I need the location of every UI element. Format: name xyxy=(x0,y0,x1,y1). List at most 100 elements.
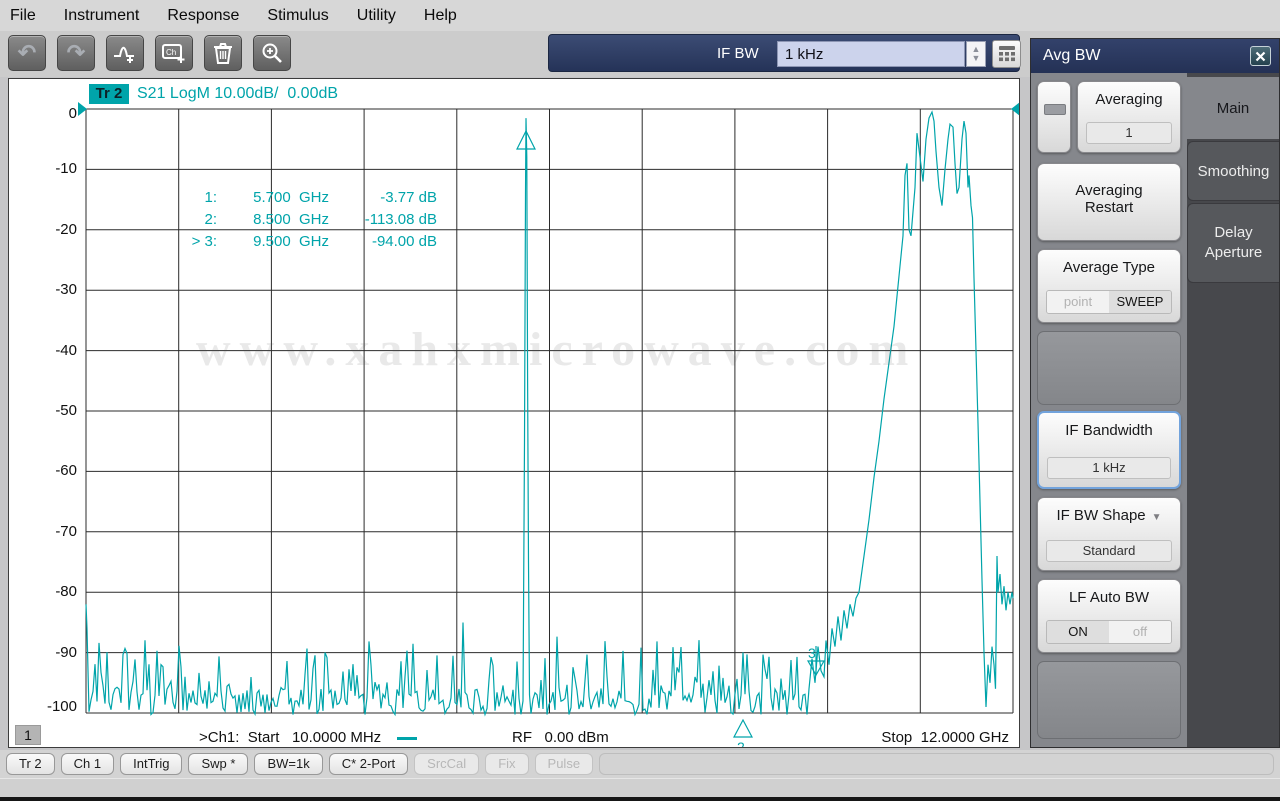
y-axis-label: -30 xyxy=(55,281,77,299)
menu-stimulus[interactable]: Stimulus xyxy=(267,7,328,25)
tab-main[interactable]: Main xyxy=(1187,77,1279,139)
y-axis-label: -60 xyxy=(55,462,77,480)
menu-utility[interactable]: Utility xyxy=(357,7,396,25)
blank-softkey xyxy=(1037,661,1181,739)
redo-button[interactable]: ↷ xyxy=(57,35,95,71)
add-trace-icon xyxy=(114,46,134,63)
average-type-button[interactable]: Average Type point SWEEP xyxy=(1037,249,1181,323)
if-bw-shape-button[interactable]: IF BW Shape ▼ Standard xyxy=(1037,497,1181,571)
svg-text:3: 3 xyxy=(808,645,816,661)
average-type-sweep-option[interactable]: SWEEP xyxy=(1109,291,1171,313)
averaging-value: 1 xyxy=(1086,122,1172,144)
status-bar: Tr 2 Ch 1 IntTrig Swp * BW=1k C* 2-Port SrcCal… xyxy=(0,750,1280,778)
redo-icon: ↷ xyxy=(66,40,86,65)
lf-auto-bw-button[interactable]: LF Auto BW ON off xyxy=(1037,579,1181,653)
marker-readout-row: > 3: 9.500 GHz -94.00 dB xyxy=(191,233,437,250)
vna-application-window: File Instrument Response Stimulus Utility Hel… xyxy=(0,0,1280,801)
average-type-point-option[interactable]: point xyxy=(1047,291,1109,313)
lf-auto-bw-on-option[interactable]: ON xyxy=(1047,621,1109,643)
y-axis-label: -100 xyxy=(46,698,77,715)
menu-response[interactable]: Response xyxy=(167,7,239,25)
bottom-edge xyxy=(0,797,1280,801)
status-button-pulse[interactable]: Pulse xyxy=(534,753,594,775)
s21-plot: 23 xyxy=(78,102,1019,748)
ifbw-entry-bar: IF BW ▲ ▼ xyxy=(548,34,1021,72)
toolbar-buttons: ↶ ↷ Ch xyxy=(8,35,291,71)
y-axis-label: -10 xyxy=(55,160,77,178)
y-axis-label: -20 xyxy=(55,220,77,238)
status-button-tr-2[interactable]: Tr 2 xyxy=(6,753,55,775)
svg-text:2: 2 xyxy=(737,739,745,748)
marker-2: 2 xyxy=(733,718,753,748)
y-axis-label: -40 xyxy=(55,341,77,359)
channel-badge[interactable]: 1 xyxy=(15,725,41,745)
trace-badge[interactable]: Tr 2 xyxy=(89,84,129,104)
menu-bar: File Instrument Response Stimulus Utility Hel… xyxy=(0,0,1280,31)
zoom-button[interactable] xyxy=(253,35,291,71)
if-bandwidth-value: 1 kHz xyxy=(1047,457,1171,479)
status-button-inttrig[interactable]: IntTrig xyxy=(120,753,183,775)
if-bw-shape-value: Standard xyxy=(1046,540,1172,562)
averaging-toggle-button[interactable] xyxy=(1037,81,1071,153)
status-button-ch-1[interactable]: Ch 1 xyxy=(60,753,115,775)
y-axis-label: 0 xyxy=(68,105,77,122)
ifbw-spinner[interactable]: ▲ ▼ xyxy=(966,41,986,67)
close-icon xyxy=(1255,51,1266,61)
add-trace-button[interactable] xyxy=(106,35,144,71)
tab-delay-aperture[interactable]: Delay Aperture xyxy=(1187,203,1279,283)
y-axis-label: -70 xyxy=(55,522,77,540)
panel-header[interactable]: Avg BW xyxy=(1031,39,1279,73)
menu-instrument[interactable]: Instrument xyxy=(64,7,140,25)
status-button-srccal[interactable]: SrcCal xyxy=(414,753,480,775)
menu-file[interactable]: File xyxy=(10,7,36,25)
averaging-restart-button[interactable]: Averaging Restart xyxy=(1037,163,1181,241)
keypad-icon xyxy=(998,46,1015,62)
status-empty-section xyxy=(599,753,1274,775)
avg-bw-panel: Avg BW Main Smoothing Delay Aperture Ave… xyxy=(1030,38,1280,748)
add-channel-button[interactable]: Ch xyxy=(155,35,193,71)
undo-button[interactable]: ↶ xyxy=(8,35,46,71)
panel-tab-column: Main Smoothing Delay Aperture xyxy=(1187,73,1279,747)
delete-button[interactable] xyxy=(204,35,242,71)
status-button-c-2-port[interactable]: C* 2-Port xyxy=(328,753,409,775)
start-frequency-text: >Ch1: Start 10.0000 MHz xyxy=(199,729,382,746)
plot-window: 23 Tr 2 S21 LogM 10.00dB/ 0.00dB 0 -10 -20… xyxy=(8,78,1020,748)
average-type-segmented[interactable]: point SWEEP xyxy=(1046,290,1172,314)
status-button-swp-[interactable]: Swp * xyxy=(188,753,249,775)
delete-icon xyxy=(214,43,232,64)
trace-color-dash xyxy=(397,737,417,740)
marker-readout-row: 2: 8.500 GHz -113.08 dB xyxy=(204,211,437,228)
ref-level-right-icon xyxy=(1011,102,1019,116)
status-button-fix[interactable]: Fix xyxy=(485,753,529,775)
keypad-button[interactable] xyxy=(992,40,1021,68)
trace-header-text: S21 LogM 10.00dB/ 0.00dB xyxy=(137,85,339,102)
marker-readout: 1: 5.700 GHz -3.77 dB 2: 8.500 GHz -113.08 dB… xyxy=(69,189,437,255)
zoom-in-icon xyxy=(262,43,282,63)
blank-softkey xyxy=(1037,331,1181,405)
dropdown-arrow-icon: ▼ xyxy=(1151,512,1162,523)
spinner-down-icon[interactable]: ▼ xyxy=(972,54,981,63)
undo-icon: ↶ xyxy=(17,40,37,65)
tab-smoothing[interactable]: Smoothing xyxy=(1187,141,1279,201)
bottom-strip xyxy=(0,778,1280,797)
averaging-button[interactable]: Averaging 1 xyxy=(1077,81,1181,153)
panel-body: Main Smoothing Delay Aperture Averaging … xyxy=(1031,73,1279,747)
panel-close-button[interactable] xyxy=(1250,46,1271,66)
svg-text:Ch: Ch xyxy=(166,48,176,57)
if-bandwidth-button[interactable]: IF Bandwidth 1 kHz xyxy=(1037,411,1181,489)
y-axis-label: -80 xyxy=(55,583,77,601)
marker-readout-row: 1: 5.700 GHz -3.77 dB xyxy=(204,189,437,206)
averaging-toggle-led xyxy=(1044,104,1066,115)
lf-auto-bw-segmented[interactable]: ON off xyxy=(1046,620,1172,644)
status-button-bw-1k[interactable]: BW=1k xyxy=(254,753,323,775)
menu-help[interactable]: Help xyxy=(424,7,457,25)
y-axis-label: -90 xyxy=(55,643,77,661)
stop-frequency-text: Stop 12.0000 GHz xyxy=(881,729,1009,746)
lf-auto-bw-off-option[interactable]: off xyxy=(1109,621,1171,643)
ifbw-label: IF BW xyxy=(717,44,759,62)
ifbw-input[interactable] xyxy=(777,41,965,67)
panel-title: Avg BW xyxy=(1043,47,1101,64)
rf-power-text: RF 0.00 dBm xyxy=(512,729,609,746)
y-axis-label: -50 xyxy=(55,402,77,419)
add-channel-icon: Ch xyxy=(162,44,185,63)
